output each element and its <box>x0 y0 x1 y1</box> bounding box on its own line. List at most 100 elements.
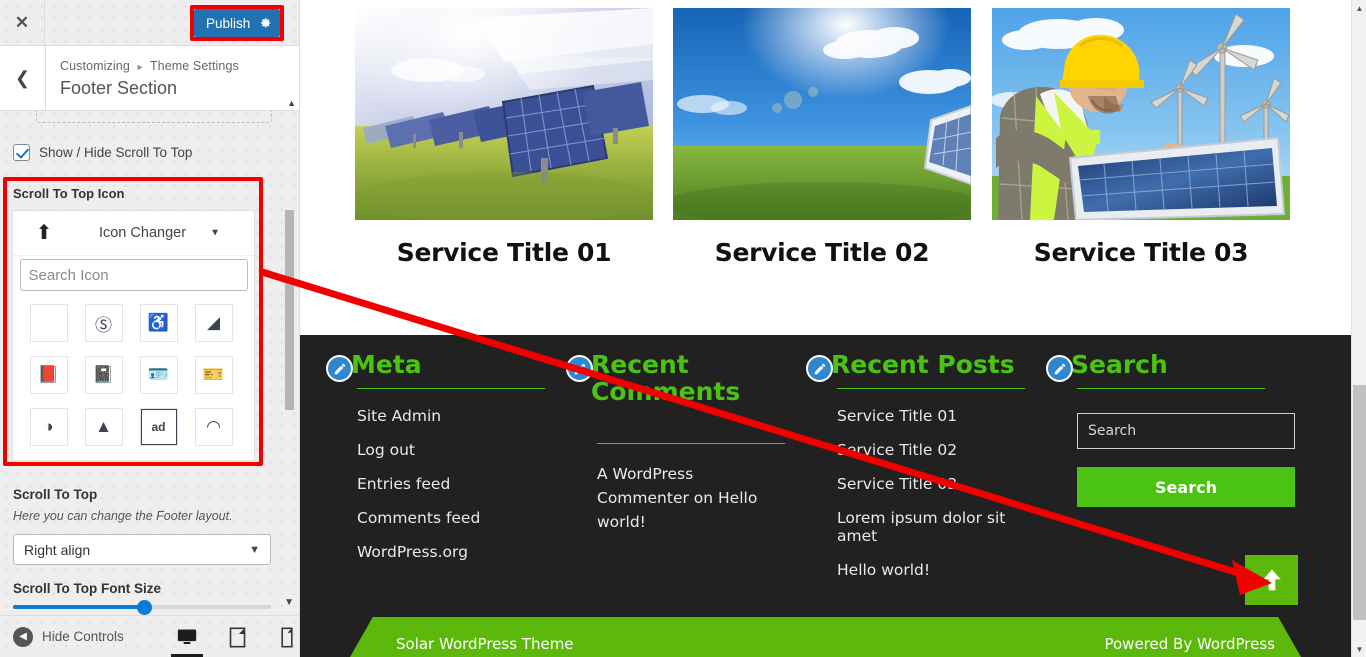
adjust-icon[interactable]: ◑ <box>29 408 68 446</box>
icon-cell[interactable]: 📓 <box>76 349 131 401</box>
solar-panel-field-image <box>355 8 653 220</box>
address-card-solid-icon[interactable]: 🪪 <box>139 356 178 394</box>
edit-pencil-icon[interactable] <box>806 355 833 382</box>
publish-button[interactable]: Publish <box>194 9 280 37</box>
widget-title: Search <box>1071 350 1168 379</box>
icon-cell[interactable] <box>131 453 186 461</box>
breadcrumb-current[interactable]: Theme Settings <box>150 59 239 73</box>
chevron-left-circle-icon: ◀ <box>13 626 33 647</box>
icon-cell[interactable]: ◠ <box>186 401 241 453</box>
adn-icon[interactable]: ◠ <box>194 408 233 446</box>
ad-icon[interactable]: ad <box>139 408 178 446</box>
desktop-view-button[interactable] <box>171 624 203 657</box>
list-item[interactable]: Service Title 02 <box>837 441 1027 459</box>
icon-cell[interactable]: ▲ <box>76 401 131 453</box>
breadcrumb-root[interactable]: Customizing <box>60 59 130 73</box>
list-item[interactable]: Log out <box>357 441 571 459</box>
search-input[interactable] <box>1077 413 1295 449</box>
list-item[interactable]: WordPress.org <box>357 543 571 561</box>
device-preview-buttons <box>171 616 299 657</box>
icon-cell[interactable] <box>21 453 76 461</box>
scroll-to-top-layout-label: Scroll To Top <box>13 487 98 502</box>
footer-widget-recent-comments: Recent Comments A WordPress Commenter on… <box>566 351 811 534</box>
tablet-view-button[interactable] <box>225 624 249 650</box>
mobile-view-button[interactable] <box>275 624 299 650</box>
font-size-slider[interactable] <box>13 600 271 615</box>
screenshot-root: ✕ Publish ❮ Customizing ▸ Theme Settings… <box>0 0 1366 657</box>
icon-cell[interactable]: ♿ <box>131 297 186 349</box>
icon-cell[interactable] <box>21 297 76 349</box>
address-card-regular-icon[interactable]: 🎫 <box>194 356 233 394</box>
customizer-footer-bar: ◀ Hide Controls <box>0 615 299 657</box>
widget-divider <box>357 388 545 389</box>
customizer-header: ✕ Publish <box>0 0 299 46</box>
customizer-sidebar: ✕ Publish ❮ Customizing ▸ Theme Settings… <box>0 0 300 657</box>
icon-cell[interactable]: ◢ <box>186 297 241 349</box>
service-title: Service Title 02 <box>714 238 930 267</box>
service-title: Service Title 01 <box>396 238 612 267</box>
widget-divider <box>837 388 1025 389</box>
show-hide-scroll-to-top-control[interactable]: Show / Hide Scroll To Top <box>13 144 192 161</box>
blank-icon[interactable] <box>29 304 68 342</box>
icon-cell[interactable]: Ⓢ <box>76 297 131 349</box>
scroll-to-top-description: Here you can change the Footer layout. <box>13 509 233 523</box>
alignment-select[interactable]: Right align ▼ <box>13 534 271 565</box>
blank-icon[interactable] <box>30 460 68 461</box>
back-button[interactable]: ❮ <box>0 46 46 110</box>
scrollbar-up-arrow-icon[interactable]: ▲ <box>1352 0 1366 16</box>
edit-pencil-icon[interactable] <box>566 355 593 382</box>
close-icon[interactable]: ✕ <box>0 0 45 46</box>
icon-search-input[interactable] <box>19 259 248 291</box>
sidebar-scrollbar[interactable] <box>283 115 295 615</box>
address-book-solid-icon[interactable]: 📕 <box>29 356 68 394</box>
footer-widget-recent-posts: Recent Posts Service Title 01 Service Ti… <box>806 351 1051 595</box>
services-section: Service Title 01 Service Title 02 Servic… <box>300 0 1351 335</box>
footer-widget-search: Search Search <box>1046 350 1295 507</box>
500px-icon[interactable]: Ⓢ <box>84 304 123 342</box>
edit-pencil-icon[interactable] <box>1046 355 1073 382</box>
icon-cell[interactable]: 🎫 <box>186 349 241 401</box>
list-item[interactable]: Comments feed <box>357 509 571 527</box>
blank-icon[interactable] <box>195 460 233 461</box>
icon-cell[interactable]: ◑ <box>21 401 76 453</box>
footer-credit-left: Solar WordPress Theme <box>396 635 574 653</box>
recent-comment-text: A WordPress Commenter on Hello world! <box>597 465 758 532</box>
list-item[interactable]: Site Admin <box>357 407 571 425</box>
gear-icon[interactable] <box>259 17 272 30</box>
icon-picker-header[interactable]: ⬆ Icon Changer ▼ <box>13 211 254 256</box>
sidebar-scrollbar-thumb[interactable] <box>285 210 294 410</box>
hide-controls-button[interactable]: ◀ Hide Controls <box>13 626 124 647</box>
list-item[interactable]: Lorem ipsum dolor sit amet <box>837 509 1027 545</box>
list-item[interactable]: Entries feed <box>357 475 571 493</box>
show-hide-checkbox[interactable] <box>13 144 30 161</box>
accessible-icon[interactable]: ♿ <box>139 304 178 342</box>
widget-header: Meta <box>326 351 571 382</box>
icon-cell[interactable]: 📕 <box>21 349 76 401</box>
list-item[interactable]: Hello world! <box>837 561 1027 579</box>
list-item[interactable]: Service Title 01 <box>837 407 1027 425</box>
edit-pencil-icon[interactable] <box>326 355 353 382</box>
icon-cell[interactable] <box>186 453 241 461</box>
wind-turbine-solar-panel-image <box>673 8 971 220</box>
blank-icon[interactable] <box>85 460 123 461</box>
icon-cell[interactable]: ad <box>131 401 186 453</box>
list-item[interactable]: Service Title 03 <box>837 475 1027 493</box>
icon-cell[interactable] <box>76 453 131 461</box>
chevron-down-icon[interactable]: ▼ <box>210 228 220 239</box>
scroll-to-top-button[interactable] <box>1245 555 1298 605</box>
scroll-up-arrow-icon[interactable]: ▲ <box>287 98 296 108</box>
icon-cell[interactable]: 🪪 <box>131 349 186 401</box>
address-book-regular-icon[interactable]: 📓 <box>84 356 123 394</box>
arrow-alt-circle-up-icon[interactable]: ▲ <box>84 408 123 446</box>
browser-scrollbar-thumb[interactable] <box>1353 385 1366 620</box>
search-submit-button[interactable]: Search <box>1077 467 1295 507</box>
service-card: Service Title 02 <box>673 8 971 267</box>
blank-icon[interactable] <box>140 460 178 461</box>
widget-header: Recent Posts <box>806 351 1051 382</box>
slider-thumb[interactable] <box>136 600 152 615</box>
accusoft-icon[interactable]: ◢ <box>194 304 233 342</box>
widget-title: Recent Comments <box>591 350 741 406</box>
scrollbar-down-arrow-icon[interactable]: ▼ <box>1352 641 1366 657</box>
widget-header: Recent Comments <box>566 351 811 405</box>
browser-scrollbar[interactable]: ▲ ▼ <box>1351 0 1366 657</box>
